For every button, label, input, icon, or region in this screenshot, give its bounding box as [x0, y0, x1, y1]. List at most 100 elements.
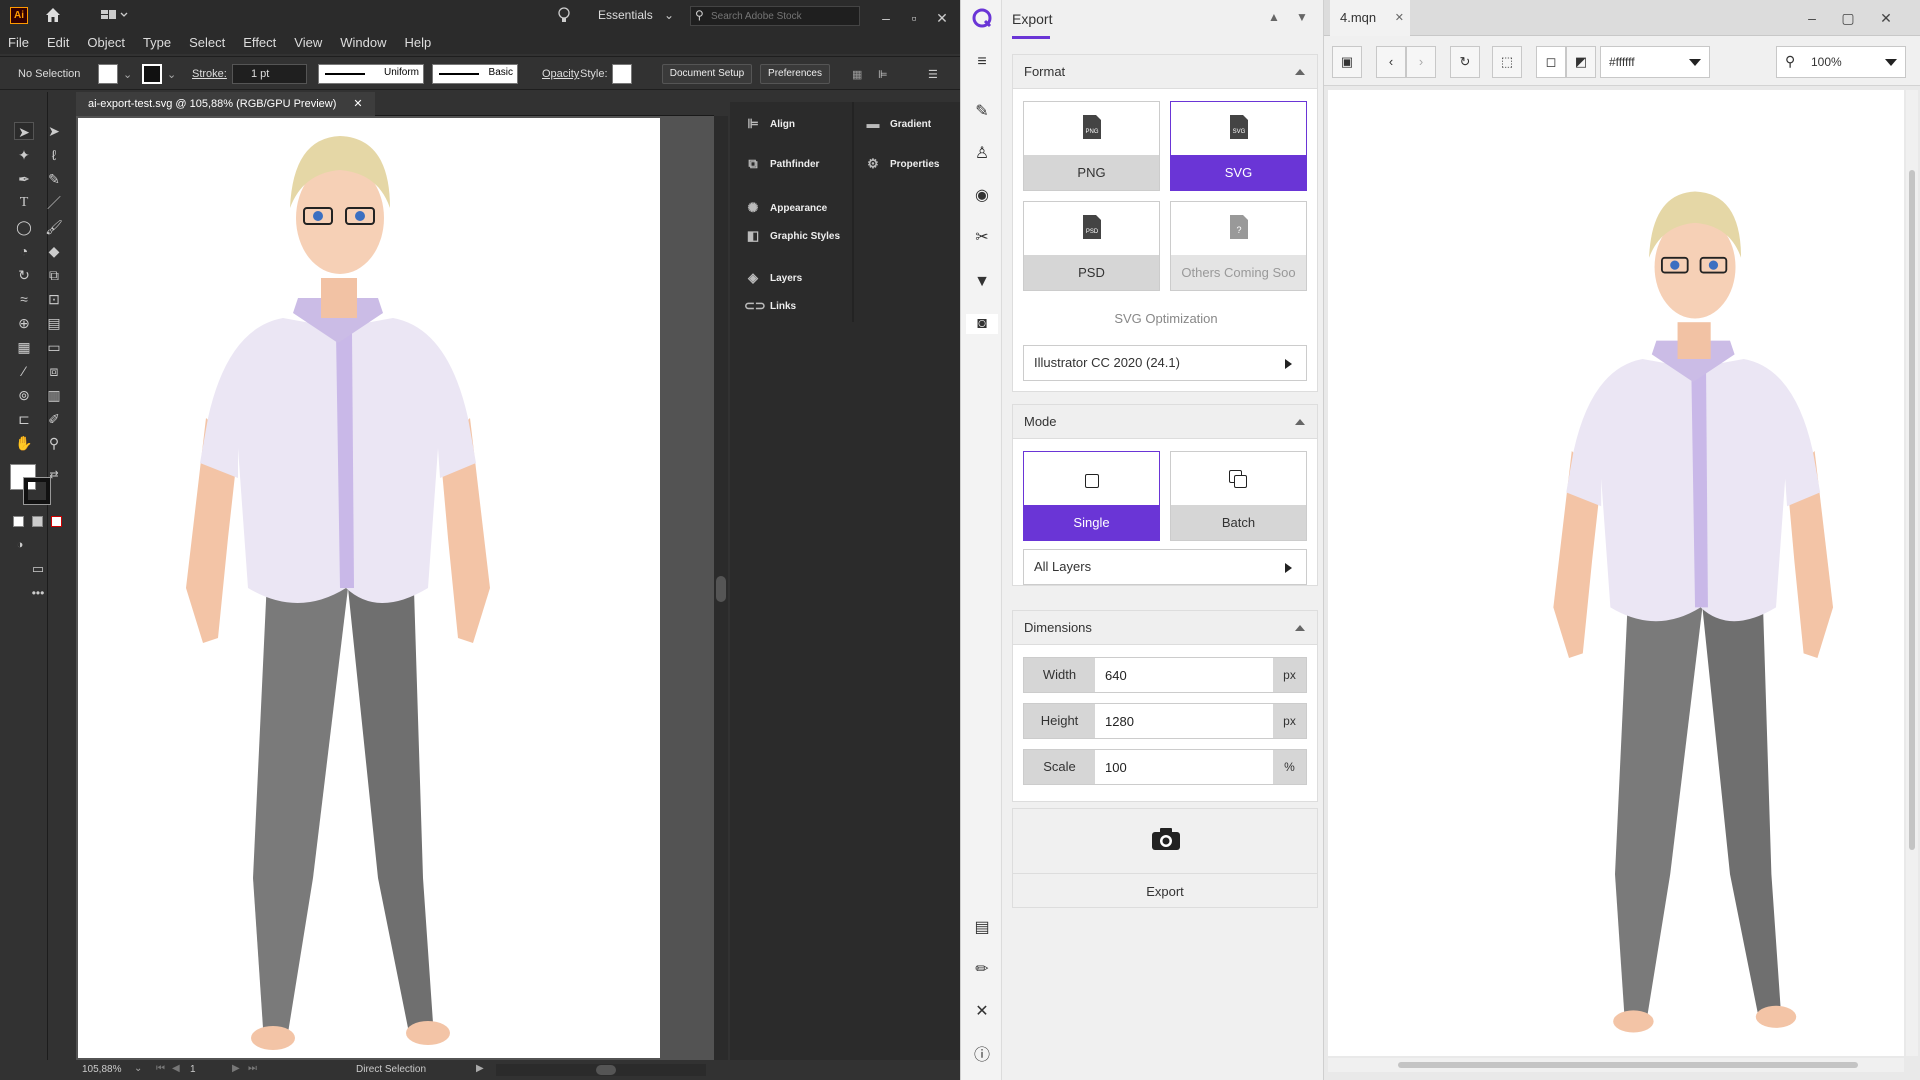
panel-gradient[interactable]: ▬ Gradient [864, 112, 932, 136]
panel-pathfinder[interactable]: ⧉ Pathfinder [744, 152, 819, 176]
opacity-label[interactable]: Opacity [542, 68, 579, 80]
viewer-horizontal-scrollbar[interactable] [1328, 1058, 1904, 1072]
mode-header[interactable]: Mode [1013, 405, 1317, 439]
scroll-thumb[interactable] [1398, 1062, 1858, 1068]
panel-layers[interactable]: ◈ Layers [744, 266, 802, 290]
svg-optimization-select[interactable]: Illustrator CC 2020 (24.1) [1023, 345, 1307, 381]
minimize-icon[interactable]: – [876, 8, 896, 28]
pencil-icon[interactable]: ✏ [972, 960, 992, 980]
line-tool-icon[interactable]: ／ [44, 194, 64, 212]
stroke-weight-field[interactable]: 1 pt [232, 64, 307, 84]
scale-input[interactable] [1095, 750, 1273, 784]
stroke-color-box[interactable] [23, 477, 51, 505]
menu-icon[interactable]: ☰ [928, 68, 938, 81]
menu-effect[interactable]: Effect [243, 35, 276, 50]
format-png-button[interactable]: PNG PNG [1023, 101, 1160, 191]
fill-swatch[interactable] [98, 64, 118, 84]
scissors-icon[interactable]: ✂ [972, 228, 992, 248]
format-svg-button[interactable]: SVG SVG [1170, 101, 1307, 191]
workspace-switcher[interactable]: Essentials ⌄ [598, 8, 674, 22]
back-icon[interactable]: ‹ [1376, 46, 1406, 78]
camera-icon[interactable]: ◙ [966, 314, 998, 334]
hamburger-icon[interactable]: ≡ [972, 52, 992, 72]
artboard-tool-icon[interactable]: ⊏ [14, 410, 34, 428]
first-artboard-icon[interactable]: ⏮ [156, 1063, 165, 1074]
zoom-tool-icon[interactable]: ⚲ [44, 434, 64, 452]
hand-tool-icon[interactable]: ✋ [14, 434, 34, 452]
stroke-label[interactable]: Stroke: [192, 68, 227, 80]
symbol-sprayer-icon[interactable]: ⊚ [14, 386, 34, 404]
more-tools-icon[interactable]: ••• [28, 584, 48, 602]
close-icon[interactable]: ✕ [932, 8, 952, 28]
document-tab[interactable]: ai-export-test.svg @ 105,88% (RGB/GPU Pr… [76, 92, 375, 116]
rotate-tool-icon[interactable]: ↻ [14, 266, 34, 284]
uniform-profile-dropdown[interactable]: Uniform [318, 64, 424, 84]
color-mode-icon[interactable] [13, 516, 24, 527]
free-transform-icon[interactable]: ⊡ [44, 290, 64, 308]
document-setup-button[interactable]: Document Setup [662, 64, 752, 84]
dimensions-header[interactable]: Dimensions [1013, 611, 1317, 645]
width-tool-icon[interactable]: ≈ [14, 290, 34, 308]
collapse-icon[interactable] [1295, 69, 1305, 75]
artboard-number[interactable]: 1 [190, 1064, 196, 1075]
close-tab-icon[interactable]: ✕ [1395, 0, 1404, 36]
last-artboard-icon[interactable]: ⏭ [248, 1063, 257, 1074]
solid-background-icon[interactable]: ◻ [1536, 46, 1566, 78]
eye-icon[interactable]: ◉ [972, 186, 992, 206]
pose-icon[interactable]: ♙ [972, 144, 992, 164]
mode-batch-button[interactable]: Batch [1170, 451, 1307, 541]
collapse-up-icon[interactable]: ▲ [1268, 10, 1280, 24]
gradient-tool-icon[interactable]: ▭ [44, 338, 64, 356]
brush-icon[interactable]: ✎ [972, 102, 992, 122]
ellipse-tool-icon[interactable]: ◯ [14, 218, 34, 236]
shape-builder-icon[interactable]: ⊕ [14, 314, 34, 332]
menu-help[interactable]: Help [404, 35, 431, 50]
fit-selection-icon[interactable]: ⬚ [1492, 46, 1522, 78]
menu-select[interactable]: Select [189, 35, 225, 50]
horizontal-scrollbar[interactable] [496, 1064, 706, 1076]
canvas-vertical-scrollbar[interactable] [714, 116, 728, 1061]
type-tool-icon[interactable]: T [14, 194, 34, 212]
preferences-button[interactable]: Preferences [760, 64, 830, 84]
collapse-down-icon[interactable]: ▼ [1296, 10, 1308, 24]
next-artboard-icon[interactable]: ▶ [232, 1063, 240, 1074]
layers-select[interactable]: All Layers [1023, 549, 1307, 585]
width-input[interactable] [1095, 658, 1273, 692]
home-icon[interactable] [44, 6, 62, 24]
play-icon[interactable]: ▶ [476, 1063, 484, 1074]
refresh-icon[interactable]: ↻ [1450, 46, 1480, 78]
menu-window[interactable]: Window [340, 35, 386, 50]
none-mode-icon[interactable] [51, 516, 62, 527]
panel-graphic-styles[interactable]: ◧ Graphic Styles [744, 224, 840, 248]
format-header[interactable]: Format [1013, 55, 1317, 89]
document-icon[interactable]: ▤ [972, 918, 992, 938]
scale-tool-icon[interactable]: ⧉ [44, 266, 64, 284]
blend-tool-icon[interactable]: ⧈ [44, 362, 64, 380]
stroke-swatch[interactable] [142, 64, 162, 84]
direct-selection-tool-icon[interactable]: ➤ [44, 122, 64, 140]
panel-links[interactable]: ⊂⊃ Links [744, 294, 796, 318]
save-icon[interactable]: ▣ [1332, 46, 1362, 78]
format-psd-button[interactable]: PSD PSD [1023, 201, 1160, 291]
minimize-icon[interactable]: – [1802, 8, 1822, 28]
selection-tool-icon[interactable]: ➤ [14, 122, 34, 140]
tools-icon[interactable]: ✕ [972, 1002, 992, 1022]
maximize-icon[interactable]: ▫ [904, 8, 924, 28]
shirt-icon[interactable]: ▼ [972, 272, 992, 292]
column-graph-icon[interactable]: ▥ [44, 386, 64, 404]
maximize-icon[interactable]: ▢ [1838, 8, 1858, 28]
viewer-canvas[interactable] [1328, 90, 1904, 1056]
magic-wand-icon[interactable]: ✦ [14, 146, 34, 164]
panel-appearance[interactable]: ✺ Appearance [744, 196, 828, 220]
brush-definition-dropdown[interactable]: Basic [432, 64, 518, 84]
close-icon[interactable]: ✕ [1876, 8, 1896, 28]
height-input[interactable] [1095, 704, 1273, 738]
close-tab-icon[interactable]: ✕ [353, 98, 362, 110]
info-icon[interactable]: ⓘ [972, 1046, 992, 1066]
previous-artboard-icon[interactable]: ◀ [172, 1063, 180, 1074]
viewer-vertical-scrollbar[interactable] [1906, 90, 1918, 1056]
menu-file[interactable]: File [8, 35, 29, 50]
mode-single-button[interactable]: Single [1023, 451, 1160, 541]
forward-icon[interactable]: › [1406, 46, 1436, 78]
menu-edit[interactable]: Edit [47, 35, 69, 50]
